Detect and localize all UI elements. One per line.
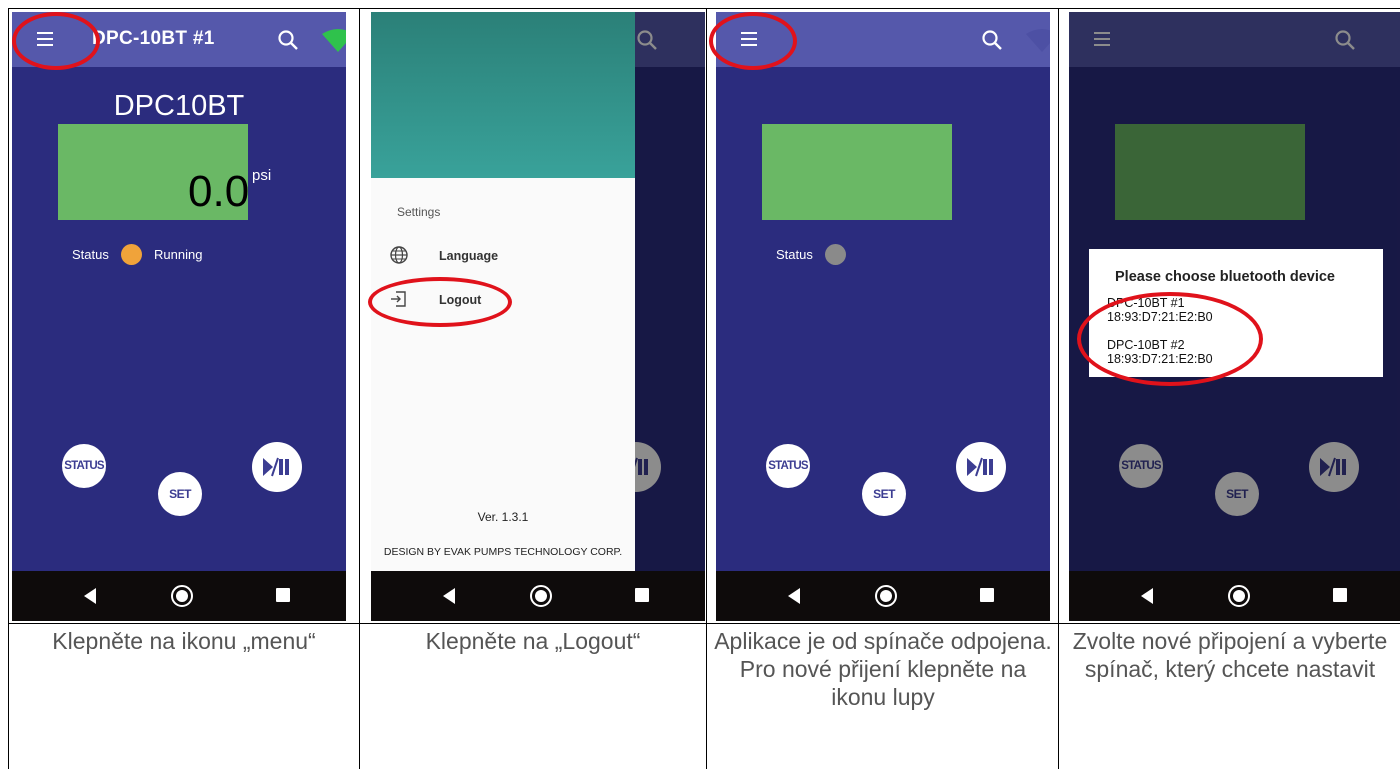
highlight-ring-menu — [12, 12, 100, 70]
drawer-header — [371, 12, 635, 178]
pressure-unit: psi — [252, 167, 272, 184]
table-border-top — [8, 8, 1400, 9]
status-button[interactable]: STATUS — [62, 444, 106, 488]
globe-icon — [390, 246, 408, 264]
home-icon[interactable] — [1228, 585, 1250, 607]
device-name: DPC10BT — [113, 90, 245, 122]
drawer-item-language[interactable]: Language — [389, 241, 619, 271]
back-icon[interactable] — [788, 588, 800, 604]
set-button[interactable]: SET — [158, 472, 202, 516]
drawer-section-settings: Settings — [397, 205, 441, 219]
app-title: DPC-10BT #1 — [92, 28, 215, 49]
back-icon[interactable] — [443, 588, 455, 604]
pressure-display — [762, 124, 952, 220]
dialog-title: Please choose bluetooth device — [1115, 269, 1335, 285]
android-nav-bar — [12, 571, 346, 621]
caption-step-1: Klepněte na ikonu „menu“ — [52, 628, 316, 654]
drawer-item-label: Language — [439, 249, 499, 263]
back-icon[interactable] — [1141, 588, 1153, 604]
design-credit: DESIGN BY EVAK PUMPS TECHNOLOGY CORP. — [383, 546, 623, 558]
table-divider-1 — [359, 8, 360, 769]
status-indicator — [825, 244, 846, 265]
highlight-ring-menu — [709, 12, 797, 70]
table-border-mid — [8, 623, 1400, 624]
set-button[interactable]: SET — [862, 472, 906, 516]
status-text: Running — [154, 247, 203, 262]
home-icon[interactable] — [875, 585, 897, 607]
play-pause-icon — [967, 457, 993, 477]
play-pause-button[interactable] — [956, 442, 1006, 492]
status-label: Status — [72, 247, 109, 262]
search-icon[interactable] — [978, 26, 1006, 54]
highlight-ring-logout — [368, 277, 512, 327]
home-icon[interactable] — [171, 585, 193, 607]
table-divider-3 — [1058, 8, 1059, 769]
status-button[interactable]: STATUS — [766, 444, 810, 488]
android-nav-bar — [371, 571, 705, 621]
home-icon[interactable] — [530, 585, 552, 607]
status-indicator — [121, 244, 142, 265]
pressure-value: 0.0 — [188, 167, 250, 216]
caption-step-3: Aplikace je od spínače odpojena. Pro nov… — [714, 628, 1052, 710]
caption-step-2: Klepněte na „Logout“ — [425, 628, 641, 654]
recents-icon[interactable] — [1333, 588, 1347, 602]
play-pause-button[interactable] — [252, 442, 302, 492]
android-nav-bar — [716, 571, 1050, 621]
screen-3-disconnected: Status STATUS SET — [716, 12, 1050, 621]
recents-icon[interactable] — [276, 588, 290, 602]
table-divider-2 — [706, 8, 707, 769]
wifi-icon — [1026, 29, 1050, 52]
highlight-ring-devices — [1077, 292, 1263, 386]
play-pause-icon — [263, 457, 289, 477]
table-border-left — [8, 8, 9, 769]
recents-icon[interactable] — [980, 588, 994, 602]
back-icon[interactable] — [84, 588, 96, 604]
wifi-icon — [322, 29, 346, 52]
caption-step-4: Zvolte nové připojení a vyberte spínač, … — [1072, 628, 1388, 682]
status-label: Status — [776, 247, 813, 262]
recents-icon[interactable] — [635, 588, 649, 602]
screen-1-main: DPC-10BT #1 DPC10BT 0.0 psi Status Runni… — [12, 12, 346, 621]
android-nav-bar — [1069, 571, 1400, 621]
app-version: Ver. 1.3.1 — [477, 510, 529, 524]
search-icon[interactable] — [274, 26, 302, 54]
